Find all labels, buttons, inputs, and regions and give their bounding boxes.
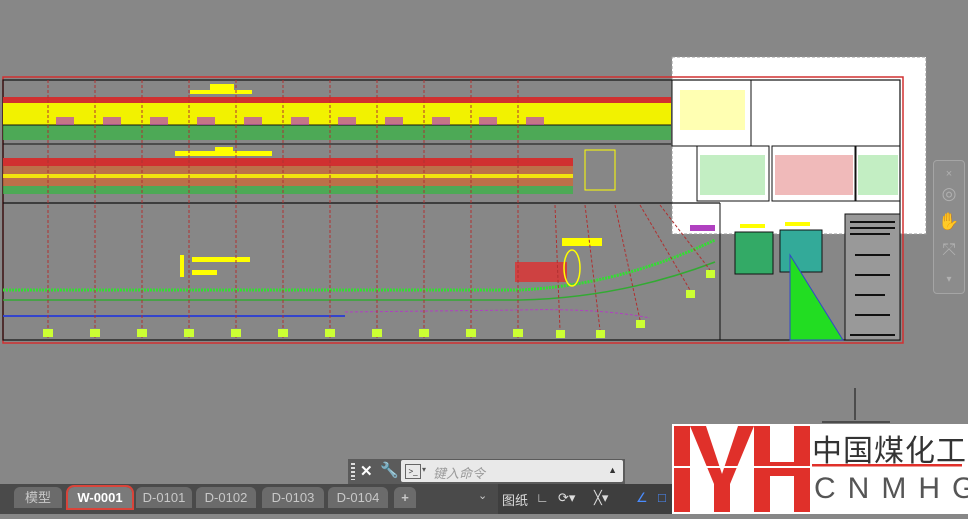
isodraft-icon[interactable]: ∠ bbox=[636, 490, 648, 506]
column-mark bbox=[526, 117, 544, 125]
grid-axis-line bbox=[614, 204, 641, 321]
grid-bubble bbox=[636, 320, 645, 328]
pan-hand-icon[interactable]: ✋ bbox=[938, 211, 960, 233]
column-mark bbox=[150, 117, 168, 125]
command-input[interactable]: >_ ▾ 键入命令 ▲ bbox=[401, 460, 623, 482]
navigation-bar: × ◎ ✋ ⤧ ▾ bbox=[933, 160, 965, 294]
paper-space-toggle[interactable]: 图纸 bbox=[502, 490, 528, 509]
column-mark bbox=[385, 117, 403, 125]
grid-bubble bbox=[596, 330, 605, 338]
grid-bubble bbox=[184, 329, 194, 337]
column-mark bbox=[103, 117, 121, 125]
tab-d-0104[interactable]: D-0104 bbox=[328, 487, 388, 508]
osnap-tracking-icon[interactable]: ╳▾ bbox=[594, 490, 608, 506]
command-prompt-icon[interactable]: >_ bbox=[405, 464, 421, 479]
column-mark bbox=[338, 117, 356, 125]
grid-bubble bbox=[706, 270, 715, 278]
grid-bubble bbox=[325, 329, 335, 337]
object-snap-icon[interactable]: □ bbox=[658, 490, 666, 505]
grid-bubble bbox=[419, 329, 429, 337]
grid-bubble bbox=[556, 330, 565, 338]
ortho-icon[interactable]: ∟ bbox=[536, 490, 549, 505]
column-mark bbox=[244, 117, 262, 125]
grid-bubble bbox=[231, 329, 241, 337]
close-icon[interactable]: × bbox=[938, 163, 960, 185]
command-placeholder: 键入命令 bbox=[433, 466, 486, 481]
tab-w-0001[interactable]: W-0001 bbox=[66, 485, 134, 510]
dropdown-arrow-icon[interactable]: ▾ bbox=[422, 465, 426, 474]
grid-bubble bbox=[686, 290, 695, 298]
zoom-extents-icon[interactable]: ⤧ bbox=[938, 239, 960, 261]
column-mark bbox=[197, 117, 215, 125]
status-bar: 图纸 ∟ ⟳▾ ╳▾ ∠ □ bbox=[498, 484, 680, 514]
grid-bubble bbox=[137, 329, 147, 337]
grid-bubble bbox=[513, 329, 523, 337]
drag-handle[interactable] bbox=[351, 463, 355, 480]
column-mark bbox=[56, 117, 74, 125]
column-mark bbox=[291, 117, 309, 125]
drawing-canvas[interactable] bbox=[0, 0, 968, 484]
grid-bubble bbox=[90, 329, 100, 337]
grid-bubble bbox=[43, 329, 53, 337]
tab-d-0101[interactable]: D-0101 bbox=[136, 487, 192, 508]
wrench-icon[interactable]: 🔧 bbox=[380, 461, 399, 479]
grid-bubble bbox=[372, 329, 382, 337]
steering-wheel-icon[interactable]: ◎ bbox=[938, 183, 960, 205]
polar-tracking-icon[interactable]: ⟳▾ bbox=[558, 490, 575, 506]
column-mark bbox=[432, 117, 450, 125]
command-line: ✕ 🔧 >_ ▾ 键入命令 ▲ bbox=[348, 459, 625, 484]
watermark-en: CNMHG bbox=[814, 472, 968, 505]
watermark-logo: 中国煤化工 CNMHG bbox=[672, 424, 968, 514]
watermark-cn: 中国煤化工 bbox=[812, 435, 967, 468]
tab-d-0103[interactable]: D-0103 bbox=[262, 487, 324, 508]
command-history-icon[interactable]: ▲ bbox=[608, 465, 617, 475]
close-command-line-button[interactable]: ✕ bbox=[360, 462, 373, 480]
tab-model[interactable]: 模型 bbox=[14, 487, 62, 508]
add-layout-button[interactable]: + bbox=[394, 487, 416, 508]
column-mark bbox=[479, 117, 497, 125]
grid-bubble bbox=[466, 329, 476, 337]
grid-bubble bbox=[278, 329, 288, 337]
tab-d-0102[interactable]: D-0102 bbox=[196, 487, 256, 508]
overflow-chevron-icon[interactable]: ⌄ bbox=[478, 489, 487, 502]
customize-icon[interactable]: ▾ bbox=[938, 269, 960, 291]
